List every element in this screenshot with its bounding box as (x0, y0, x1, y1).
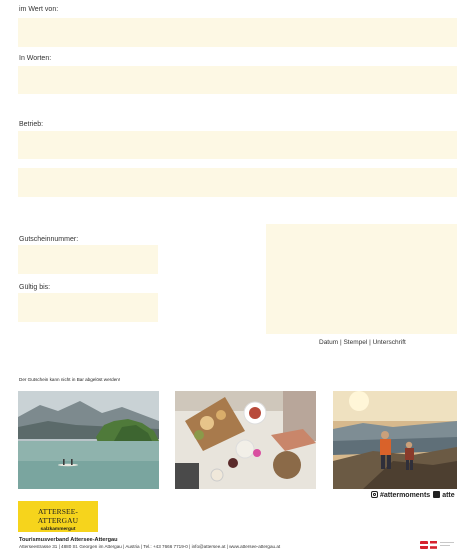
attersee-logo: ATTERSEE-ATTERGAU salzkammergut (18, 501, 98, 532)
food-photo (175, 391, 316, 489)
social-line: #attermoments atte (371, 491, 455, 499)
label-value: im Wert von: (19, 6, 59, 13)
hashtag: #attermoments (380, 492, 431, 499)
signature-caption: Datum | Stempel | Unterschrift (319, 339, 406, 346)
footer-address: Atterseestrasse 31 | 4880 St. Georgen im… (19, 544, 281, 549)
words-field[interactable] (18, 66, 457, 94)
label-words: In Worten: (19, 55, 52, 62)
business-field-2[interactable] (18, 168, 457, 197)
value-field[interactable] (18, 18, 457, 47)
signature-box[interactable] (266, 224, 457, 334)
label-business: Betrieb: (19, 121, 44, 128)
cash-notice: Der Gutschein kann nicht in Bar abgelöst… (19, 377, 121, 382)
label-voucher-number: Gutscheinnummer: (19, 236, 79, 243)
footer-org: Tourismusverband Attersee-Attergau (19, 537, 118, 543)
facebook-text: atte (442, 492, 455, 499)
austria-logo (420, 538, 456, 550)
instagram-icon[interactable] (371, 491, 378, 498)
austria-flag-icon (420, 541, 454, 549)
lake-photo (18, 391, 159, 489)
hikers-photo (333, 391, 457, 489)
logo-line1: ATTERSEE-ATTERGAU (37, 507, 79, 525)
logo-line2: salzkammergut (40, 527, 76, 532)
facebook-icon[interactable] (433, 491, 441, 498)
valid-until-field[interactable] (18, 293, 158, 322)
business-field-1[interactable] (18, 131, 457, 159)
label-valid-until: Gültig bis: (19, 284, 51, 291)
voucher-number-field[interactable] (18, 245, 158, 274)
